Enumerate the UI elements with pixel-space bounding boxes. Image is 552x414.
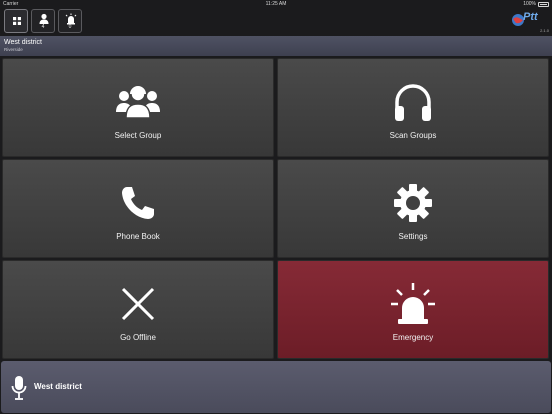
alerts-button[interactable]: 0 xyxy=(58,9,82,33)
phone-book-tile[interactable]: Phone Book xyxy=(2,159,274,258)
battery-icon xyxy=(538,2,549,7)
go-offline-tile[interactable]: Go Offline xyxy=(2,260,274,359)
status-bar: Carrier 11:25 AM 100% xyxy=(0,0,552,8)
phone-icon xyxy=(122,187,154,219)
alerts-count: 0 xyxy=(68,24,72,30)
gear-icon xyxy=(394,184,432,222)
district-subtitle: Riverside xyxy=(4,47,23,52)
phone-book-label: Phone Book xyxy=(116,232,160,241)
scan-groups-tile[interactable]: Scan Groups xyxy=(277,58,549,157)
group-icon xyxy=(116,86,160,119)
scan-groups-label: Scan Groups xyxy=(389,131,437,140)
contacts-button[interactable]: 4 xyxy=(31,9,55,33)
close-icon xyxy=(121,287,155,321)
clock: 11:25 AM xyxy=(265,1,287,7)
grid-view-button[interactable] xyxy=(4,9,28,33)
contacts-count: 4 xyxy=(41,24,45,30)
logo-text: Ptt xyxy=(523,11,538,23)
battery-percent: 100% xyxy=(523,1,536,7)
app-logo: Ptt 2.1.0 xyxy=(511,9,549,35)
emergency-label: Emergency xyxy=(392,333,434,342)
select-group-label: Select Group xyxy=(114,131,162,140)
district-header: West district Riverside xyxy=(0,36,552,56)
settings-tile[interactable]: Settings xyxy=(277,159,549,258)
siren-icon xyxy=(391,283,435,324)
app-version: 2.1.0 xyxy=(540,28,549,33)
district-name: West district xyxy=(4,39,42,46)
headphones-icon xyxy=(395,84,431,121)
select-group-tile[interactable]: Select Group xyxy=(2,58,274,157)
grid-icon xyxy=(13,17,21,25)
go-offline-label: Go Offline xyxy=(120,333,156,342)
settings-label: Settings xyxy=(398,232,428,241)
microphone-icon xyxy=(11,376,27,400)
push-to-talk-bar[interactable]: West district xyxy=(1,361,551,413)
top-toolbar: 4 0 Ptt 2.1.0 xyxy=(0,8,552,36)
ptt-group-label: West district xyxy=(34,382,82,391)
emergency-tile[interactable]: Emergency xyxy=(277,260,549,359)
